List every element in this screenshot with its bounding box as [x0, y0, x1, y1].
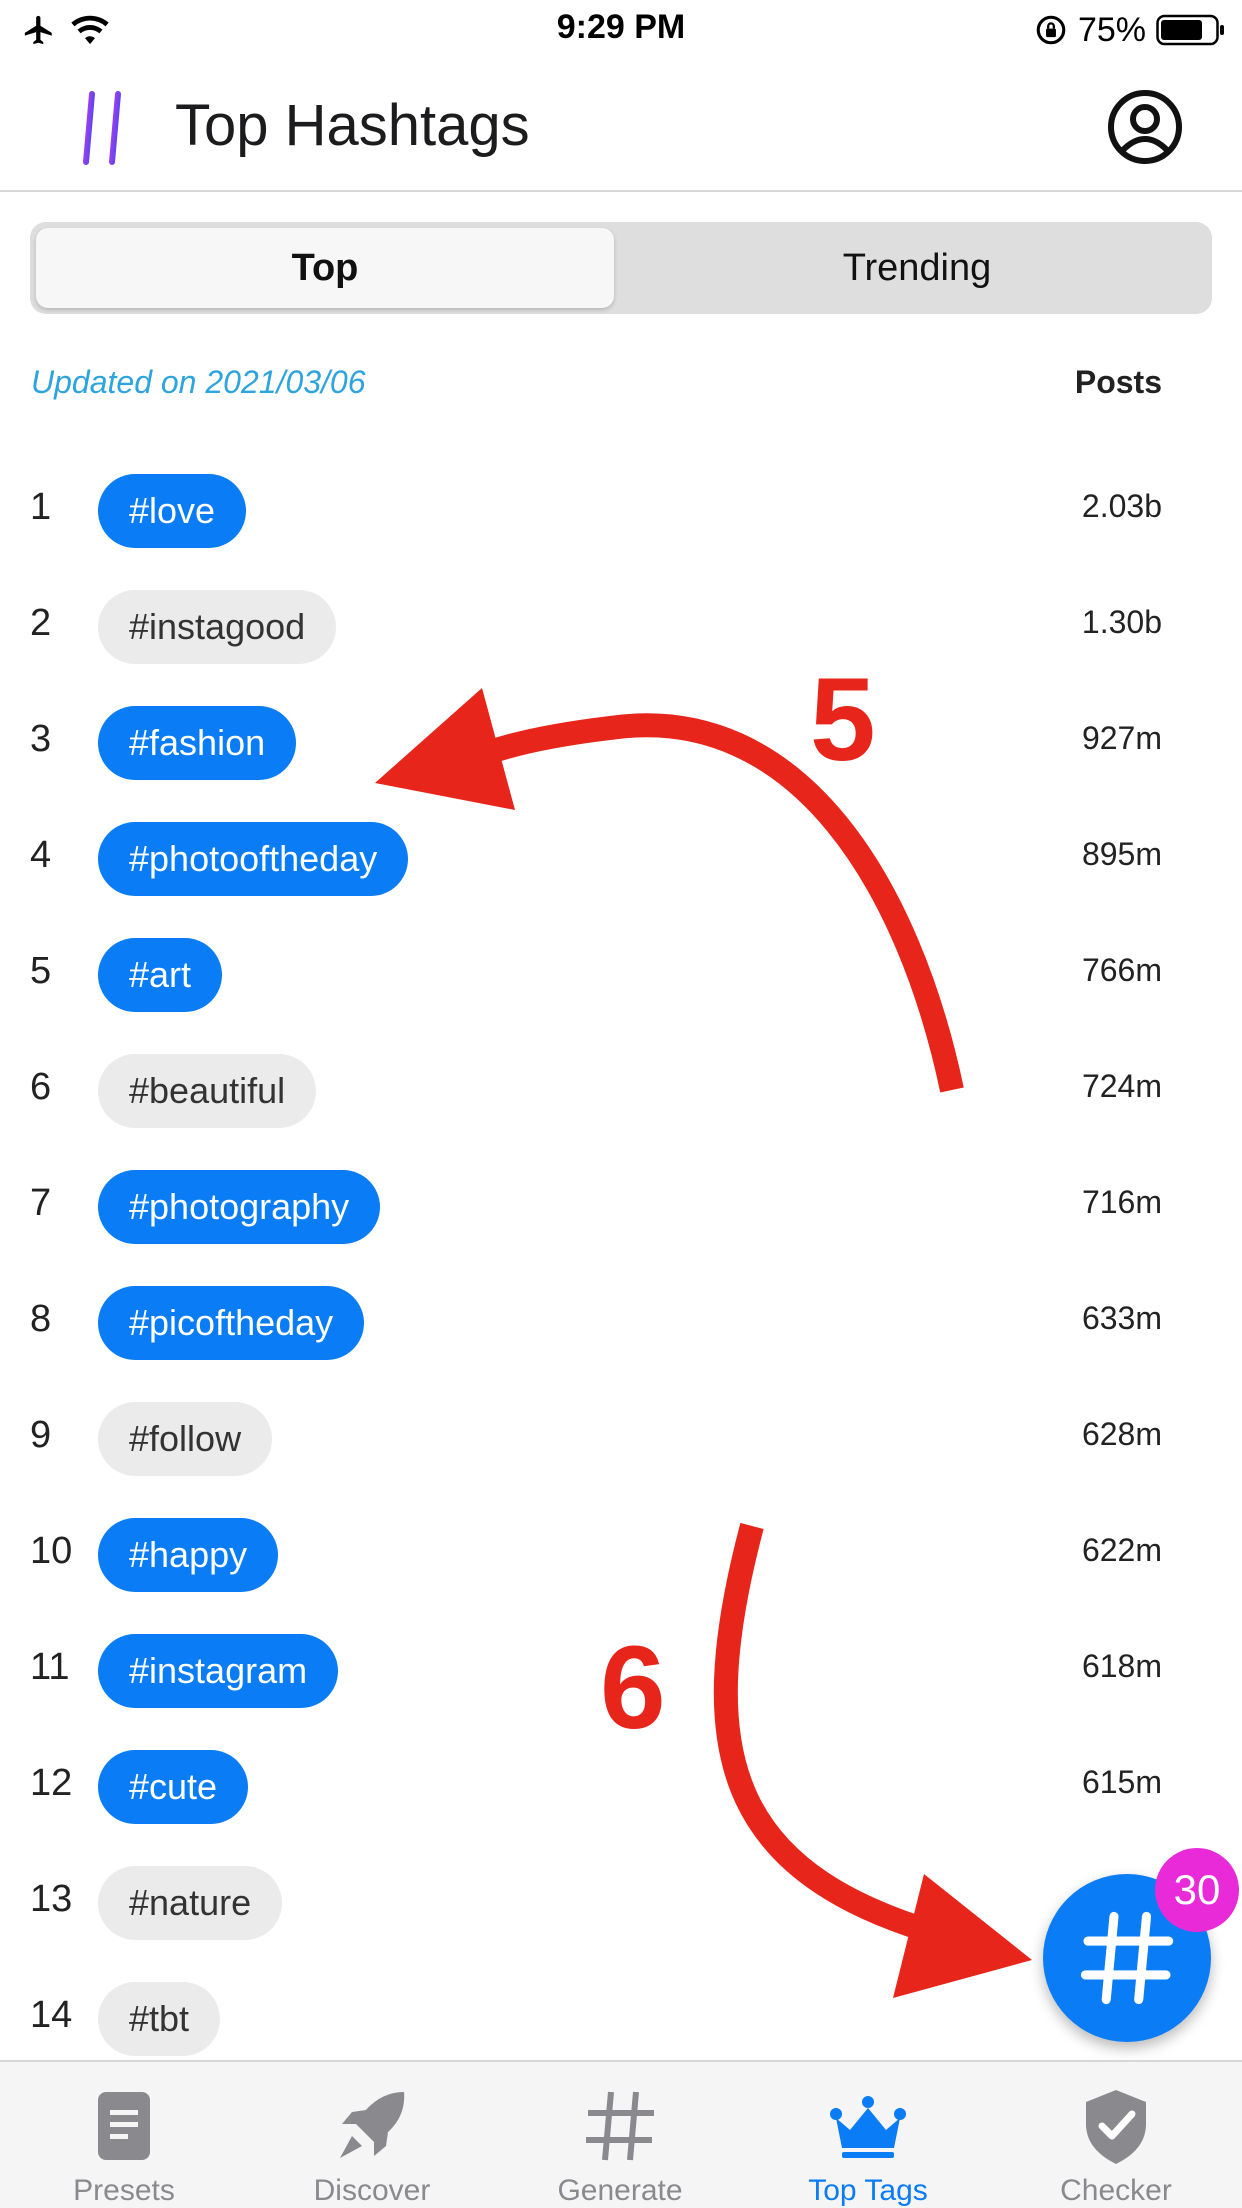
tab-label: Discover [313, 2174, 431, 2207]
rank-number: 14 [30, 1994, 73, 2036]
rank-number: 6 [30, 1066, 52, 1108]
post-count: 615m [1081, 1764, 1162, 1800]
step-5-label: 5 [810, 654, 876, 786]
page-title: Top Hashtags [175, 93, 530, 158]
rank-number: 12 [30, 1762, 73, 1804]
table-row: 10 #happy 622m [0, 1496, 1242, 1612]
hashtag-chip[interactable]: #picoftheday [98, 1286, 365, 1360]
rank-number: 4 [30, 834, 52, 876]
table-row: 3 #fashion 927m [0, 684, 1242, 800]
rank-number: 10 [30, 1530, 73, 1572]
status-bar: 9:29 PM 75% [0, 0, 1242, 62]
rank-number: 13 [30, 1878, 73, 1920]
hashtag-icon [586, 2091, 654, 2161]
tab-top-tags[interactable]: Top Tags [744, 2062, 992, 2208]
selected-count-badge: 30 [1155, 1848, 1239, 1932]
post-count: 2.03b [1081, 488, 1162, 524]
tab-trending[interactable]: Trending [628, 228, 1206, 308]
rotation-lock-icon [1036, 15, 1066, 45]
rocket-icon [340, 2092, 405, 2158]
tab-label: Top Tags [808, 2174, 928, 2207]
tab-top[interactable]: Top [36, 228, 614, 308]
hashtag-chip[interactable]: #tbt [98, 1982, 221, 2056]
tab-presets[interactable]: Presets [0, 2062, 248, 2208]
battery-icon [1156, 14, 1224, 46]
hashtag-logo-icon [65, 91, 139, 165]
post-count: 618m [1081, 1648, 1162, 1684]
hashtag-chip[interactable]: #nature [98, 1866, 283, 1940]
tab-discover[interactable]: Discover [248, 2062, 496, 2208]
post-count: 633m [1081, 1300, 1162, 1336]
post-count: 724m [1081, 1068, 1162, 1104]
post-count: 716m [1081, 1184, 1162, 1220]
hashtag-chip[interactable]: #photography [98, 1170, 381, 1244]
hashtag-chip[interactable]: #beautiful [98, 1054, 317, 1128]
tab-checker[interactable]: Checker [992, 2062, 1240, 2208]
hashtag-chip[interactable]: #instagram [98, 1634, 339, 1708]
post-count: 628m [1081, 1416, 1162, 1452]
hashtag-chip[interactable]: #happy [98, 1518, 279, 1592]
table-row: 1 #love 2.03b [0, 452, 1242, 568]
hashtag-chip[interactable]: #art [98, 938, 223, 1012]
rank-number: 5 [30, 950, 52, 992]
updated-date: Updated on 2021/03/06 [31, 364, 366, 400]
post-count: 927m [1081, 720, 1162, 756]
post-count: 1.30b [1081, 604, 1162, 640]
crown-icon [830, 2096, 906, 2158]
hashtag-chip[interactable]: #photooftheday [98, 822, 409, 896]
tab-generate[interactable]: Generate [496, 2062, 744, 2208]
posts-column-header: Posts [1074, 364, 1162, 400]
document-icon [98, 2092, 150, 2160]
tab-label: Generate [557, 2174, 683, 2207]
table-row: 9 #follow 628m [0, 1380, 1242, 1496]
table-row: 4 #photooftheday 895m [0, 800, 1242, 916]
post-count: 766m [1081, 952, 1162, 988]
profile-icon[interactable] [1106, 88, 1184, 166]
hashtag-chip[interactable]: #fashion [98, 706, 297, 780]
hashtag-icon [1080, 1911, 1174, 2005]
rank-number: 8 [30, 1298, 52, 1340]
app-header: Top Hashtags [0, 62, 1242, 192]
post-count: 622m [1081, 1532, 1162, 1568]
table-row: 8 #picoftheday 633m [0, 1264, 1242, 1380]
table-row: 2 #instagood 1.30b [0, 568, 1242, 684]
top-trending-segmented-control: Top Trending [30, 222, 1212, 314]
tab-label: Checker [1060, 2174, 1172, 2207]
tab-bar: Presets Discover Generate Top Tags Check… [0, 2060, 1242, 2208]
rank-number: 9 [30, 1414, 52, 1456]
rank-number: 7 [30, 1182, 52, 1224]
hashtag-chip[interactable]: #love [98, 474, 247, 548]
table-row: 5 #art 766m [0, 916, 1242, 1032]
table-row: 6 #beautiful 724m [0, 1032, 1242, 1148]
rank-number: 3 [30, 718, 52, 760]
hashtag-chip[interactable]: #cute [98, 1750, 249, 1824]
rank-number: 11 [30, 1646, 70, 1688]
tab-label: Presets [73, 2174, 175, 2207]
hashtag-chip[interactable]: #instagood [98, 590, 337, 664]
battery-percentage: 75% [1077, 10, 1146, 49]
table-row: 7 #photography 716m [0, 1148, 1242, 1264]
rank-number: 1 [30, 486, 52, 528]
step-6-label: 6 [600, 1622, 666, 1754]
hashtag-chip[interactable]: #follow [98, 1402, 273, 1476]
shield-check-icon [1086, 2090, 1146, 2164]
screen: 9:29 PM 75% Top Hashtags Top Trending Up… [0, 0, 1242, 2208]
rank-number: 2 [30, 602, 52, 644]
post-count: 895m [1081, 836, 1162, 872]
